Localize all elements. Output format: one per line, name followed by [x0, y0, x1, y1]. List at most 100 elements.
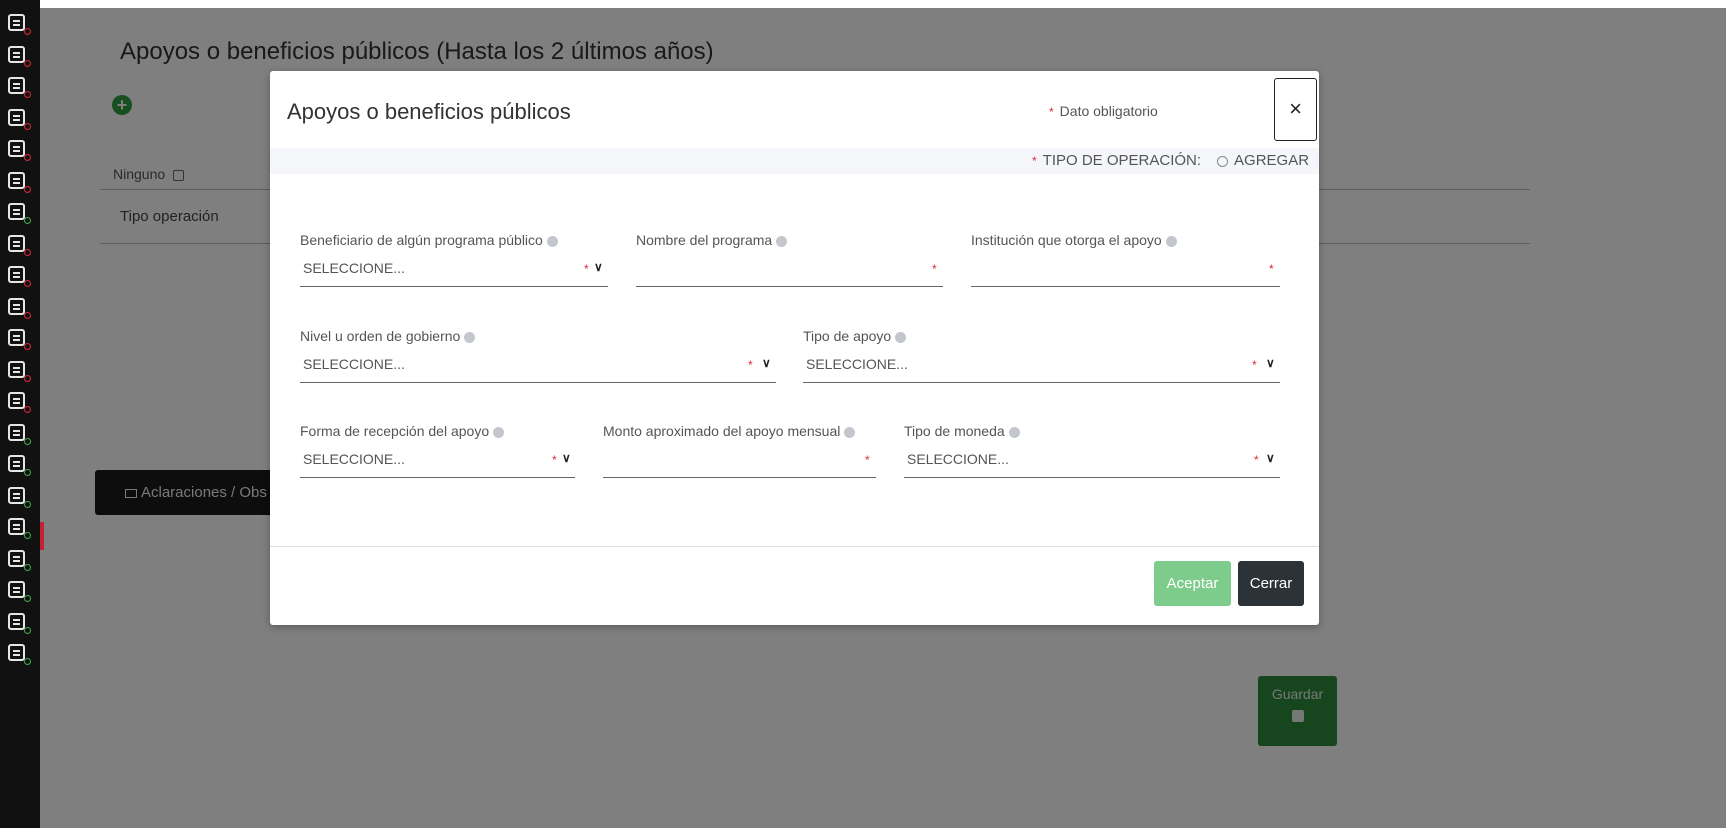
- field-underline: [300, 477, 575, 478]
- sidebar-section-item[interactable]: [8, 108, 32, 133]
- chevron-down-icon[interactable]: ∨: [762, 356, 771, 370]
- field-underline: [636, 286, 943, 287]
- globe-icon: [895, 331, 907, 343]
- nivel-gobierno-select[interactable]: Nivel u orden de gobierno SELECCIONE... …: [300, 328, 776, 388]
- status-dot-icon: [24, 595, 31, 602]
- chevron-down-icon[interactable]: ∨: [562, 451, 571, 465]
- field-underline: [803, 382, 1280, 383]
- sidebar-section-item[interactable]: [8, 581, 32, 605]
- house-icon: [8, 266, 25, 283]
- active-section-indicator: [40, 522, 44, 550]
- search-card-icon: [8, 234, 25, 252]
- sidebar-section-item[interactable]: [8, 297, 32, 322]
- sidebar-section-item[interactable]: [8, 644, 32, 668]
- globe-icon: [1008, 426, 1020, 438]
- status-dot-icon: [24, 406, 31, 413]
- status-dot-icon: [24, 185, 31, 193]
- location-icon: [8, 423, 25, 441]
- money-icon: [8, 392, 25, 409]
- sidebar-section-item[interactable]: [8, 423, 32, 448]
- sidebar-section-item[interactable]: [8, 203, 32, 227]
- required-asterisk: *: [1269, 262, 1274, 276]
- status-dot-icon: [24, 658, 31, 665]
- sidebar-section-item[interactable]: [8, 234, 32, 259]
- network-icon: [8, 486, 25, 504]
- sidebar-section-item[interactable]: [8, 549, 32, 574]
- monto-input[interactable]: Monto aproximado del apoyo mensual *: [603, 423, 876, 483]
- institucion-input[interactable]: Institución que otorga el apoyo *: [971, 232, 1280, 292]
- close-icon[interactable]: ×: [1274, 78, 1317, 141]
- sidebar-section-item[interactable]: [8, 14, 32, 38]
- select-value: SELECCIONE...: [907, 451, 1009, 467]
- sidebar-section-item[interactable]: [8, 518, 32, 542]
- chevron-down-icon[interactable]: ∨: [594, 260, 603, 274]
- apoyos-modal: Apoyos o beneficios públicos * Dato oblig…: [270, 71, 1319, 625]
- globe-icon: [776, 235, 788, 247]
- status-dot-icon: [24, 343, 31, 350]
- select-value: SELECCIONE...: [303, 356, 405, 372]
- required-asterisk: *: [552, 453, 557, 467]
- sidebar-section-item[interactable]: [8, 612, 32, 637]
- status-dot-icon: [24, 563, 31, 571]
- globe-icon: [464, 331, 476, 343]
- status-dot-icon: [24, 59, 31, 67]
- car-icon: [8, 297, 25, 315]
- required-asterisk: *: [1254, 453, 1259, 467]
- select-value: SELECCIONE...: [303, 451, 405, 467]
- field-underline: [300, 382, 776, 383]
- sidebar-section-item[interactable]: [8, 455, 32, 479]
- checklist-icon: [8, 644, 25, 661]
- select-value: SELECCIONE...: [303, 260, 405, 276]
- required-asterisk: *: [1252, 358, 1257, 372]
- sidebar-section-item[interactable]: [8, 77, 32, 101]
- required-asterisk: *: [748, 358, 753, 372]
- required-note-text: Dato obligatorio: [1059, 103, 1158, 119]
- sidebar-section-item[interactable]: [8, 486, 32, 511]
- field-underline: [971, 286, 1280, 287]
- group-icon: [8, 518, 25, 535]
- sidebar-section-item[interactable]: [8, 392, 32, 416]
- pie-chart-icon: [8, 455, 25, 472]
- field-label: Beneficiario de algún programa público: [300, 232, 558, 248]
- sidebar-section-item[interactable]: [8, 140, 32, 164]
- sidebar-section-item[interactable]: [8, 329, 32, 353]
- field-underline: [300, 286, 608, 287]
- aceptar-button[interactable]: Aceptar: [1154, 561, 1231, 606]
- tipo-moneda-select[interactable]: Tipo de moneda SELECCIONE... * ∨: [904, 423, 1280, 483]
- hierarchy-icon: [8, 549, 25, 567]
- agregar-radio-label[interactable]: AGREGAR: [1234, 152, 1309, 169]
- cerrar-button[interactable]: Cerrar: [1238, 561, 1304, 606]
- field-label: Institución que otorga el apoyo: [971, 232, 1177, 248]
- tipo-apoyo-select[interactable]: Tipo de apoyo SELECCIONE... * ∨: [803, 328, 1280, 388]
- sidebar-section-item[interactable]: [8, 360, 32, 385]
- beneficiario-select[interactable]: Beneficiario de algún programa público S…: [300, 232, 608, 292]
- field-underline: [603, 477, 876, 478]
- nombre-programa-input[interactable]: Nombre del programa *: [636, 232, 943, 292]
- select-value: SELECCIONE...: [806, 356, 908, 372]
- agregar-radio[interactable]: [1217, 155, 1229, 167]
- chevron-down-icon[interactable]: ∨: [1266, 356, 1275, 370]
- forma-recepcion-select[interactable]: Forma de recepción del apoyo SELECCIONE.…: [300, 423, 575, 483]
- sidebar-section-item[interactable]: [8, 266, 32, 290]
- handshake-icon: [8, 360, 25, 378]
- status-dot-icon: [24, 500, 31, 508]
- form-icon: [8, 14, 25, 31]
- required-asterisk: *: [1032, 154, 1037, 168]
- family-icon: [8, 171, 25, 189]
- sidebar-section-item[interactable]: [8, 45, 32, 70]
- field-label: Nombre del programa: [636, 232, 788, 248]
- field-label: Tipo de apoyo: [803, 328, 907, 344]
- status-dot-icon: [24, 91, 31, 98]
- field-label: Nivel u orden de gobierno: [300, 328, 476, 344]
- operation-type-label: TIPO DE OPERACIÓN:: [1042, 152, 1202, 169]
- chevron-down-icon[interactable]: ∨: [1266, 451, 1275, 465]
- globe-icon: [493, 426, 505, 438]
- status-dot-icon: [24, 532, 31, 539]
- status-dot-icon: [24, 122, 31, 130]
- sidebar-section-item[interactable]: [8, 171, 32, 196]
- field-label: Tipo de moneda: [904, 423, 1020, 439]
- required-asterisk: *: [932, 262, 937, 276]
- status-dot-icon: [24, 626, 31, 634]
- modal-title: Apoyos o beneficios públicos: [287, 99, 571, 124]
- people-icon: [8, 140, 25, 157]
